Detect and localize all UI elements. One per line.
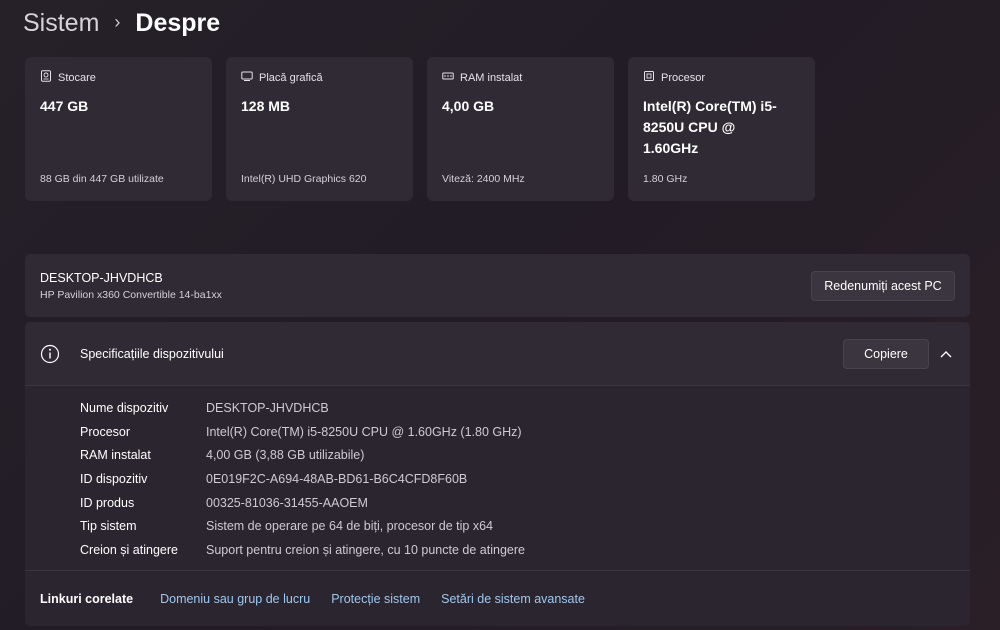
card-header: Procesor — [643, 70, 800, 85]
pc-name-panel: DESKTOP-JHVDHCB HP Pavilion x360 Convert… — [25, 254, 970, 317]
spec-row: Nume dispozitiv DESKTOP-JHVDHCB — [80, 396, 525, 420]
spec-label: Creion și atingere — [80, 542, 178, 557]
page-title: Despre — [135, 8, 221, 37]
card-header: RAM instalat — [442, 70, 599, 85]
card-title: Placă grafică — [259, 71, 323, 84]
card-value: 128 MB — [241, 98, 291, 114]
spec-row: ID produs 00325-81036-31455-AAOEM — [80, 491, 525, 515]
specifications-list: Nume dispozitiv DESKTOP-JHVDHCB Procesor… — [80, 396, 525, 562]
related-links: Linkuri corelate Domeniu sau grup de luc… — [25, 570, 970, 626]
spec-label: Procesor — [80, 424, 131, 439]
card-value: 447 GB — [40, 98, 89, 114]
link-domain-workgroup[interactable]: Domeniu sau grup de lucru — [160, 592, 310, 606]
gpu-icon — [241, 70, 253, 85]
ram-card[interactable]: RAM instalat 4,00 GB Viteză: 2400 MHz — [427, 57, 614, 201]
link-advanced-system-settings[interactable]: Setări de sistem avansate — [441, 592, 585, 606]
spec-value: 0E019F2C-A694-48AB-BD61-B6C4CFD8F60B — [206, 471, 468, 486]
processor-card[interactable]: Procesor Intel(R) Core(TM) i5-8250U CPU … — [628, 57, 815, 201]
card-header: Placă grafică — [241, 70, 398, 85]
card-title: Procesor — [661, 71, 706, 84]
spec-value: DESKTOP-JHVDHCB — [206, 400, 329, 415]
copy-button[interactable]: Copiere — [843, 339, 929, 369]
card-subtitle: Viteză: 2400 MHz — [442, 173, 525, 185]
storage-card[interactable]: Stocare 447 GB 88 GB din 447 GB utilizat… — [25, 57, 212, 201]
card-value: Intel(R) Core(TM) i5-8250U CPU @ 1.60GHz — [643, 98, 777, 156]
spec-label: Nume dispozitiv — [80, 400, 169, 415]
spec-value: 4,00 GB (3,88 GB utilizabile) — [206, 448, 365, 463]
info-icon — [40, 344, 60, 364]
spec-row: ID dispozitiv 0E019F2C-A694-48AB-BD61-B6… — [80, 467, 525, 491]
spec-label: ID dispozitiv — [80, 471, 148, 486]
link-system-protection[interactable]: Protecție sistem — [331, 592, 420, 606]
breadcrumb: Sistem › Despre — [23, 6, 220, 40]
breadcrumb-separator-icon: › — [114, 11, 121, 32]
specifications-title: Specificațiile dispozitivului — [80, 347, 224, 361]
spec-value: Intel(R) Core(TM) i5-8250U CPU @ 1.60GHz… — [206, 424, 522, 439]
card-value: 4,00 GB — [442, 98, 495, 114]
pc-model: HP Pavilion x360 Convertible 14-ba1xx — [40, 289, 222, 301]
device-specifications-panel: Specificațiile dispozitivului Copiere Nu… — [25, 322, 970, 626]
summary-cards: Stocare 447 GB 88 GB din 447 GB utilizat… — [25, 57, 815, 201]
storage-icon — [40, 70, 52, 85]
spec-row: Procesor Intel(R) Core(TM) i5-8250U CPU … — [80, 420, 525, 444]
spec-value: Suport pentru creion și atingere, cu 10 … — [206, 542, 525, 557]
pc-name: DESKTOP-JHVDHCB — [40, 271, 163, 285]
specifications-header[interactable]: Specificațiile dispozitivului Copiere — [25, 322, 970, 386]
chevron-up-icon[interactable] — [938, 347, 954, 363]
ram-icon — [442, 70, 454, 85]
gpu-card[interactable]: Placă grafică 128 MB Intel(R) UHD Graphi… — [226, 57, 413, 201]
spec-label: ID produs — [80, 495, 135, 510]
spec-row: Creion și atingere Suport pentru creion … — [80, 538, 525, 562]
related-links-title: Linkuri corelate — [40, 591, 134, 606]
card-subtitle: 1.80 GHz — [643, 173, 688, 185]
spec-row: Tip sistem Sistem de operare pe 64 de bi… — [80, 514, 525, 538]
spec-value: 00325-81036-31455-AAOEM — [206, 495, 368, 510]
card-header: Stocare — [40, 70, 197, 85]
breadcrumb-parent[interactable]: Sistem — [23, 9, 99, 38]
processor-icon — [643, 70, 655, 85]
spec-row: RAM instalat 4,00 GB (3,88 GB utilizabil… — [80, 443, 525, 467]
card-title: RAM instalat — [460, 71, 523, 84]
card-title: Stocare — [58, 71, 96, 84]
card-subtitle: Intel(R) UHD Graphics 620 — [241, 173, 367, 185]
rename-pc-button[interactable]: Redenumiți acest PC — [811, 271, 955, 301]
spec-label: Tip sistem — [80, 519, 137, 534]
spec-value: Sistem de operare pe 64 de biți, proceso… — [206, 519, 493, 534]
spec-label: RAM instalat — [80, 448, 151, 463]
card-subtitle: 88 GB din 447 GB utilizate — [40, 173, 164, 185]
